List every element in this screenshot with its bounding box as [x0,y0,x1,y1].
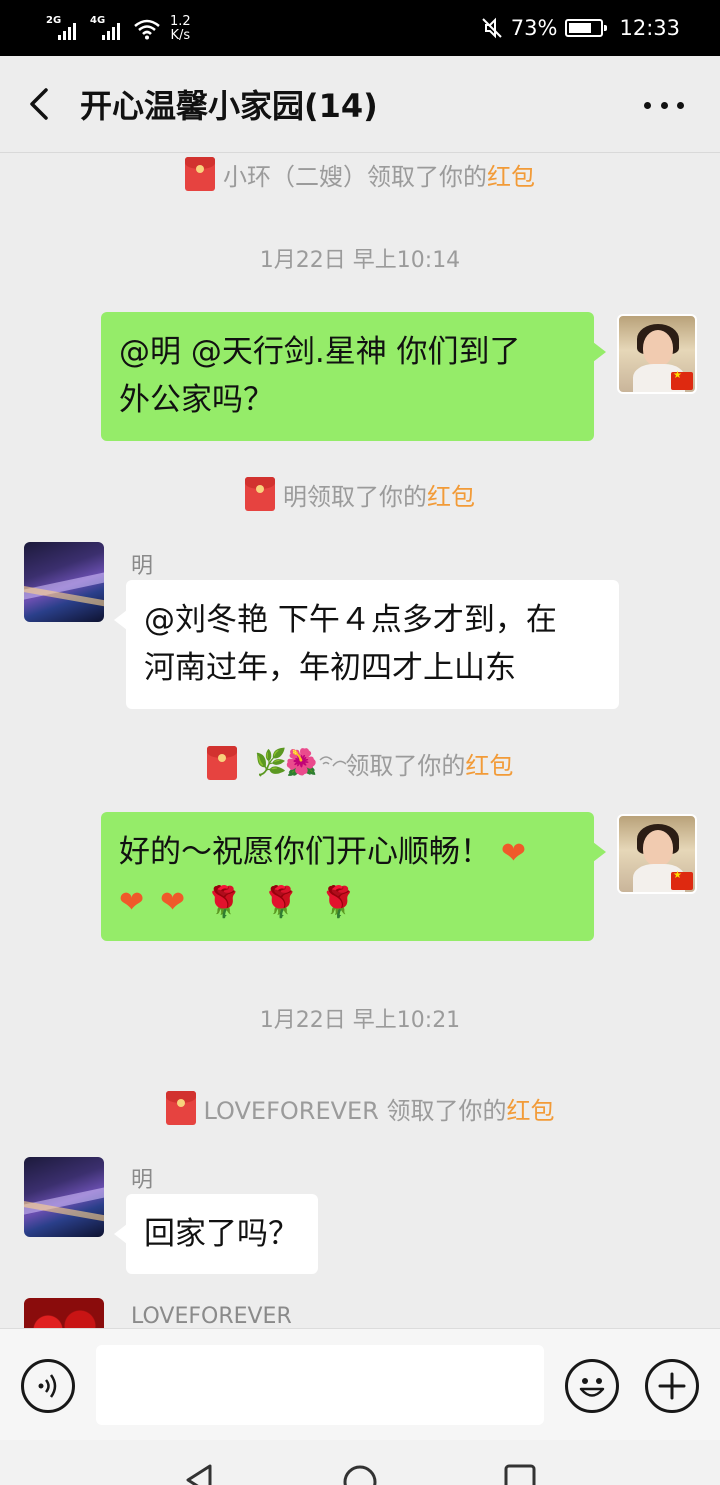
sender-name: LOVEFOREVER [131,1304,292,1328]
red-packet-link[interactable]: 红包 [427,477,475,512]
avatar[interactable] [24,1298,104,1328]
message-text: 好的～祝愿你们开心顺畅！ [119,834,491,870]
nav-home-icon[interactable] [340,1462,380,1485]
red-packet-link[interactable]: 红包 [487,157,535,192]
system-message-text: 小环（二嫂）领取了你的 [223,162,487,191]
network-speed: 1.2 K/s [170,14,191,43]
avatar[interactable] [24,542,104,622]
voice-icon[interactable] [21,1359,75,1413]
message-bubble[interactable]: 好的～祝愿你们开心顺畅！ ❤ ❤ ❤ 🌹 🌹 🌹 [101,812,606,941]
signal-icon: 2G [46,16,80,42]
timestamp: 1月22日 早上10:14 [259,248,461,273]
message-text: 外公家吗？ [119,382,274,418]
battery-icon [565,19,608,37]
hibiscus-icon: 🌺 [285,748,318,778]
avatar[interactable] [617,314,697,394]
sender-name: 明 [131,1168,154,1193]
chat-title: 开心温馨小家园(14) [80,87,378,125]
wifi-icon [134,19,160,40]
message-text: @明 @天行剑.星神 你们到了 [119,334,521,370]
heart-icon: ❤ [160,885,186,920]
timestamp: 1月22日 早上10:21 [259,1008,461,1033]
red-packet-icon [165,1091,196,1125]
rose-icon: 🌹 [262,885,300,920]
clock: 12:33 [619,16,680,40]
flag-icon [671,870,693,890]
avatar[interactable] [24,1157,104,1237]
back-icon[interactable] [22,84,62,124]
message-list[interactable]: 小环（二嫂）领取了你的 红包 1月22日 早上10:14 @明 @天行剑.星神 你… [0,154,720,1328]
system-message-text: 领取了你的 [345,751,466,780]
red-packet-icon [185,157,215,191]
more-icon[interactable] [644,96,684,114]
sender-name: 明 [131,554,154,579]
system-message: LOVEFOREVER 领取了你的 红包 [0,1090,720,1126]
message-text: 回家了吗？ [144,1216,299,1252]
nav-recents-icon[interactable] [500,1462,540,1485]
plus-icon[interactable] [645,1359,699,1413]
message-bubble[interactable]: @明 @天行剑.星神 你们到了 外公家吗？ [101,312,606,441]
message-text: 河南过年，年初四才上山东 [144,650,516,686]
wave-icon [319,756,347,767]
message-input[interactable] [96,1345,544,1425]
status-bar: 2G 4G 1.2 K/s 73% 12:33 [0,0,720,56]
rose-icon: 🌹 [319,885,357,920]
rose-icon: 🌹 [205,885,243,920]
chat-header: 开心温馨小家园(14) [0,56,720,153]
red-packet-icon [206,746,237,780]
input-bar [0,1328,720,1440]
avatar[interactable] [617,814,697,894]
heart-icon: ❤ [500,835,526,871]
battery-percent: 73% [510,16,558,40]
signal-icon: 4G [90,16,124,42]
system-nav-bar [0,1440,720,1485]
flag-icon [671,370,693,390]
red-packet-link[interactable]: 红包 [465,746,513,781]
nav-back-icon[interactable] [180,1462,220,1485]
system-message: 小环（二嫂）领取了你的 红包 [0,156,720,192]
heart-icon: ❤ [119,885,145,920]
system-message-text: 明领取了你的 [283,482,427,511]
red-packet-link[interactable]: 红包 [507,1091,555,1126]
message-bubble[interactable]: @刘冬艳 下午４点多才到，在 河南过年，年初四才上山东 [114,580,619,709]
system-message: 明领取了你的 红包 [0,476,720,512]
emoji-icon[interactable] [565,1359,619,1413]
mute-icon [482,17,502,39]
message-text: @刘冬艳 下午４点多才到，在 [144,602,557,638]
red-packet-icon [245,477,275,511]
leaf-icon: 🌿 [254,748,287,778]
system-message: 🌿 🌺 领取了你的 红包 [0,744,720,782]
message-bubble[interactable]: 回家了吗？ [114,1194,318,1274]
system-message-text: LOVEFOREVER 领取了你的 [203,1096,507,1125]
